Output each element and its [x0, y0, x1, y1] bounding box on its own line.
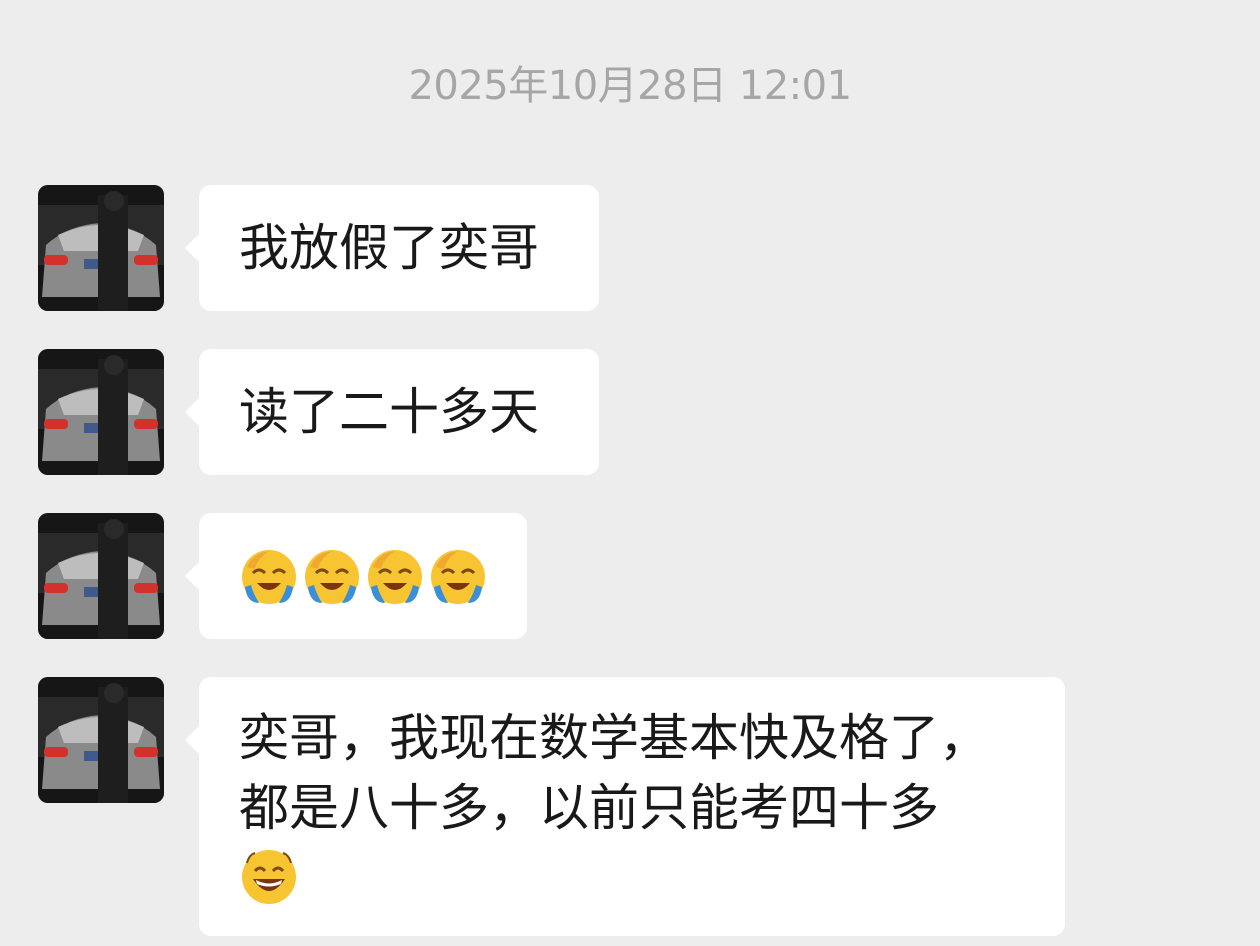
message-text: 读了二十多天 — [239, 383, 539, 441]
chat-timestamp: 2025年10月28日 12:01 — [408, 63, 852, 109]
face-holding-back-tears-laughing-emoji — [239, 547, 299, 607]
avatar[interactable] — [38, 677, 164, 803]
message-bubble[interactable]: 读了二十多天 — [185, 349, 599, 475]
grinning-face-emoji — [239, 847, 299, 907]
avatar[interactable] — [38, 185, 164, 311]
message-bubble[interactable] — [185, 513, 527, 639]
face-holding-back-tears-laughing-emoji — [302, 547, 362, 607]
avatar[interactable] — [38, 349, 164, 475]
message-text: 我放假了奕哥 — [239, 219, 539, 277]
avatar[interactable] — [38, 513, 164, 639]
face-holding-back-tears-laughing-emoji — [428, 547, 488, 607]
message-bubble[interactable]: 我放假了奕哥 — [185, 185, 599, 311]
emoji-row — [239, 547, 487, 607]
message-text: 奕哥，我现在数学基本快及格了，都是八十多，以前只能考四十多 — [239, 709, 989, 837]
face-holding-back-tears-laughing-emoji — [365, 547, 425, 607]
message-bubble[interactable]: 奕哥，我现在数学基本快及格了，都是八十多，以前只能考四十多 — [185, 677, 1065, 936]
